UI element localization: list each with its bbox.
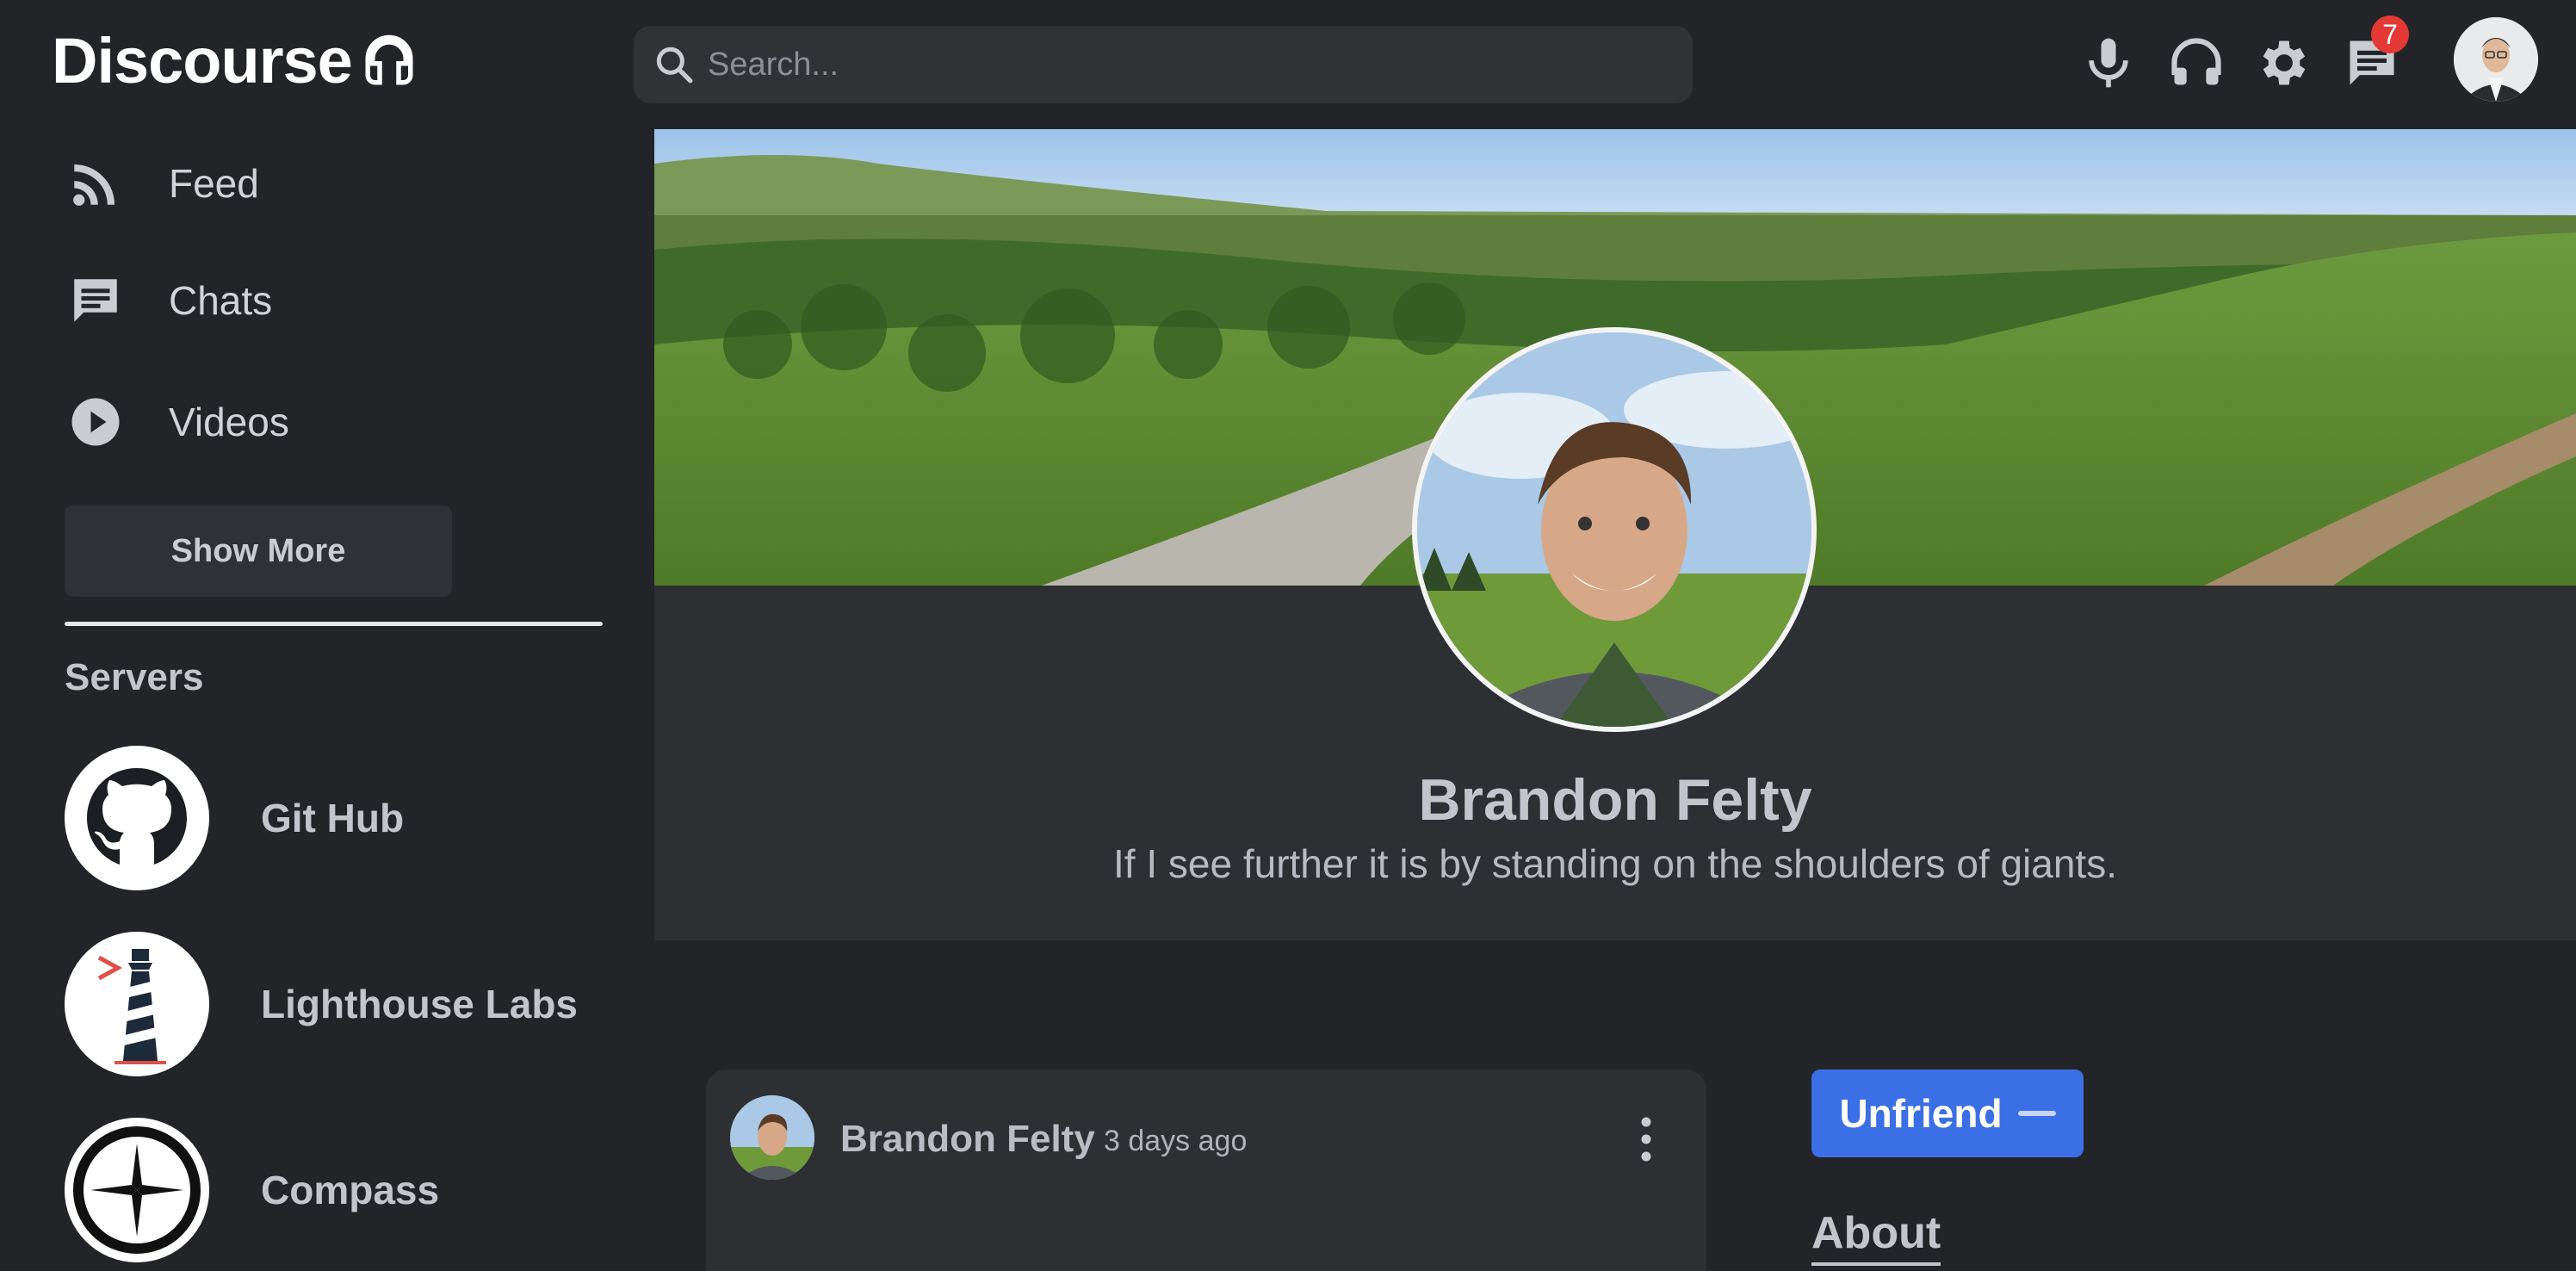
chat-icon — [65, 270, 126, 331]
minus-icon — [2017, 1111, 2056, 1116]
brand-logo[interactable]: Discourse — [52, 24, 418, 97]
sidebar-item-videos[interactable]: Videos — [65, 392, 289, 452]
server-name: Lighthouse Labs — [261, 982, 578, 1026]
microphone-icon — [2089, 38, 2128, 88]
headphones-logo-icon — [365, 34, 413, 84]
user-avatar[interactable] — [2454, 17, 2538, 102]
post-author-name[interactable]: Brandon Felty — [840, 1118, 1095, 1161]
server-item-lighthouse-labs[interactable]: Lighthouse Labs — [65, 932, 578, 1076]
profile-bio: If I see further it is by standing on th… — [1113, 841, 2117, 886]
sidebar-item-label: Chats — [169, 278, 273, 323]
app-root: Discourse Search... 7 Feed Chats Videos … — [0, 0, 2576, 1271]
play-icon — [65, 392, 126, 452]
sidebar-item-feed[interactable]: Feed — [65, 153, 259, 214]
about-heading[interactable]: About — [1811, 1207, 1941, 1266]
sidebar-item-label: Videos — [169, 400, 289, 444]
user-avatar-image — [2454, 17, 2538, 102]
messages-button[interactable]: 7 — [2333, 16, 2411, 102]
post-author-avatar[interactable] — [730, 1095, 814, 1180]
search-icon — [656, 46, 693, 84]
github-icon — [65, 746, 209, 890]
rss-icon — [65, 153, 126, 214]
profile-name: Brandon Felty — [1418, 767, 1812, 833]
show-more-button[interactable]: Show More — [65, 505, 452, 597]
more-vertical-icon — [1641, 1117, 1651, 1162]
server-item-compass[interactable]: Compass — [65, 1118, 439, 1262]
server-name: Git Hub — [261, 796, 405, 840]
server-name: Compass — [261, 1168, 440, 1212]
headphones-button[interactable] — [2158, 24, 2235, 102]
search-input[interactable] — [708, 46, 1693, 84]
sidebar-item-chats[interactable]: Chats — [65, 270, 272, 331]
sidebar-item-label: Feed — [169, 161, 259, 206]
profile-picture[interactable] — [1412, 327, 1817, 732]
sidebar-divider — [65, 622, 603, 626]
post-options-button[interactable] — [1629, 1109, 1663, 1169]
unfriend-button[interactable]: Unfriend — [1811, 1070, 2084, 1157]
compass-icon — [65, 1118, 209, 1262]
server-item-github[interactable]: Git Hub — [65, 746, 404, 890]
servers-heading: Servers — [65, 656, 204, 698]
brand-name: Discourse — [52, 25, 353, 96]
headphones-icon — [2171, 38, 2221, 85]
unfriend-label: Unfriend — [1839, 1091, 2003, 1136]
search-bar[interactable] — [634, 26, 1693, 103]
notification-badge: 7 — [2371, 16, 2409, 53]
gear-icon — [2263, 40, 2306, 85]
mic-button[interactable] — [2070, 24, 2147, 102]
settings-button[interactable] — [2245, 24, 2323, 102]
post-timestamp: 3 days ago — [1104, 1125, 1248, 1157]
post-card[interactable]: Brandon Felty 3 days ago — [706, 1070, 1706, 1271]
lighthouse-icon — [65, 932, 209, 1076]
